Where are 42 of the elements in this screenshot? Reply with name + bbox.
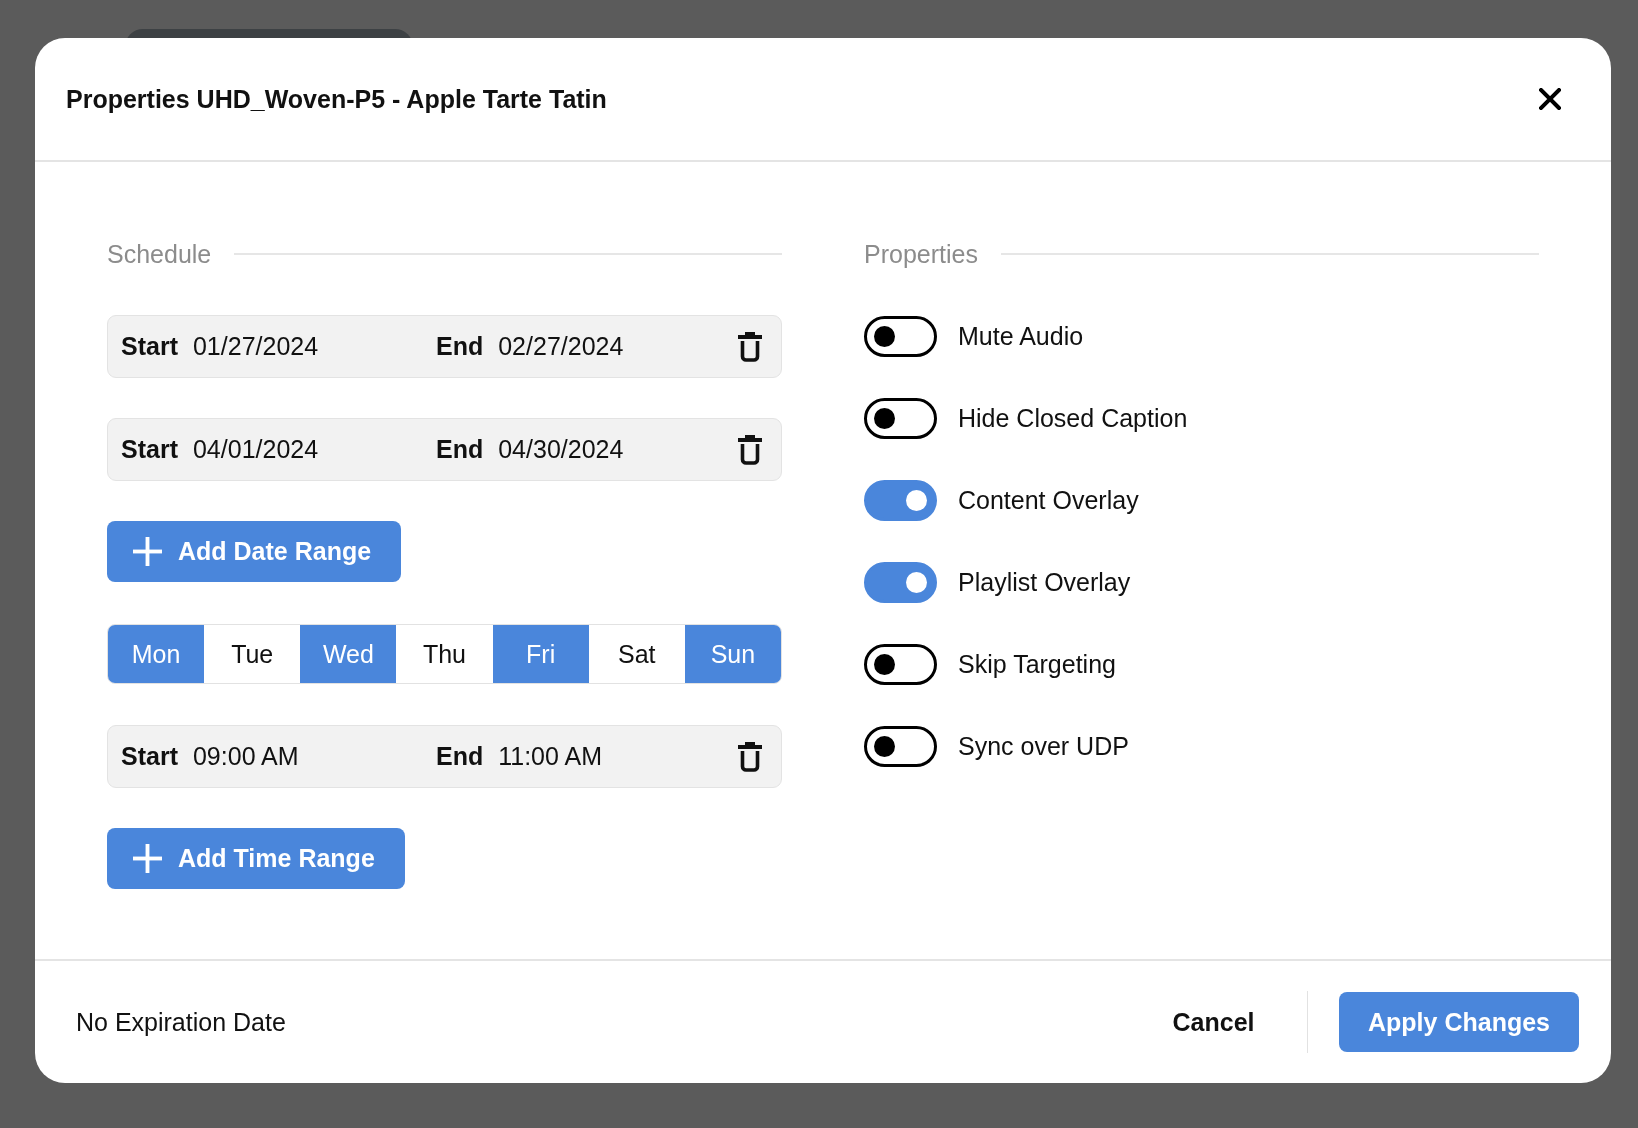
plus-icon bbox=[133, 844, 162, 873]
trash-icon[interactable] bbox=[738, 434, 762, 465]
toggle-switch[interactable] bbox=[864, 398, 937, 439]
apply-changes-button[interactable]: Apply Changes bbox=[1339, 992, 1579, 1052]
range-label: End bbox=[436, 332, 484, 361]
toggle-label: Playlist Overlay bbox=[958, 568, 1131, 597]
toggle-switch[interactable] bbox=[864, 726, 937, 767]
range-label: Start bbox=[121, 332, 178, 361]
toggle-label: Mute Audio bbox=[958, 322, 1084, 351]
toggle-label: Hide Closed Caption bbox=[958, 404, 1188, 433]
trash-icon[interactable] bbox=[738, 331, 762, 362]
toggle-label: Sync over UDP bbox=[958, 732, 1129, 761]
close-icon[interactable] bbox=[1539, 88, 1561, 110]
day-toggle[interactable]: Mon bbox=[108, 625, 205, 683]
range-label: Start bbox=[121, 435, 178, 464]
toggle-switch[interactable] bbox=[864, 562, 937, 603]
plus-icon bbox=[133, 537, 162, 566]
section-heading: Schedule bbox=[107, 239, 212, 269]
toggle-switch[interactable] bbox=[864, 316, 937, 357]
date-value[interactable]: 04/01/2024 bbox=[192, 435, 319, 464]
cancel-button[interactable]: Cancel bbox=[1172, 1003, 1255, 1041]
time-value[interactable]: 11:00 AM bbox=[498, 742, 602, 771]
day-toggle[interactable]: Wed bbox=[300, 625, 397, 683]
add-time-range-button[interactable]: Add Time Range bbox=[107, 828, 405, 889]
range-label: End bbox=[436, 742, 484, 771]
time-value[interactable]: 09:00 AM bbox=[192, 742, 299, 771]
trash-icon[interactable] bbox=[738, 741, 762, 772]
toggle-label: Skip Targeting bbox=[958, 650, 1116, 679]
date-value[interactable]: 01/27/2024 bbox=[192, 332, 319, 361]
date-value[interactable]: 02/27/2024 bbox=[498, 332, 624, 361]
range-label: Start bbox=[121, 742, 178, 771]
toggle-switch[interactable] bbox=[864, 480, 937, 521]
expiration-text: No Expiration Date bbox=[76, 1007, 286, 1037]
dialog-title: Properties UHD_Woven-P5 - Apple Tarte Tatin bbox=[66, 84, 607, 114]
date-value[interactable]: 04/30/2024 bbox=[498, 435, 624, 464]
toggle-label: Content Overlay bbox=[958, 486, 1139, 515]
range-label: End bbox=[436, 435, 484, 464]
section-heading: Properties bbox=[864, 239, 978, 269]
day-toggle[interactable]: Fri bbox=[492, 625, 589, 683]
day-toggle[interactable]: Sun bbox=[684, 625, 781, 683]
add-date-range-button[interactable]: Add Date Range bbox=[107, 521, 402, 582]
toggle-switch[interactable] bbox=[864, 644, 937, 685]
